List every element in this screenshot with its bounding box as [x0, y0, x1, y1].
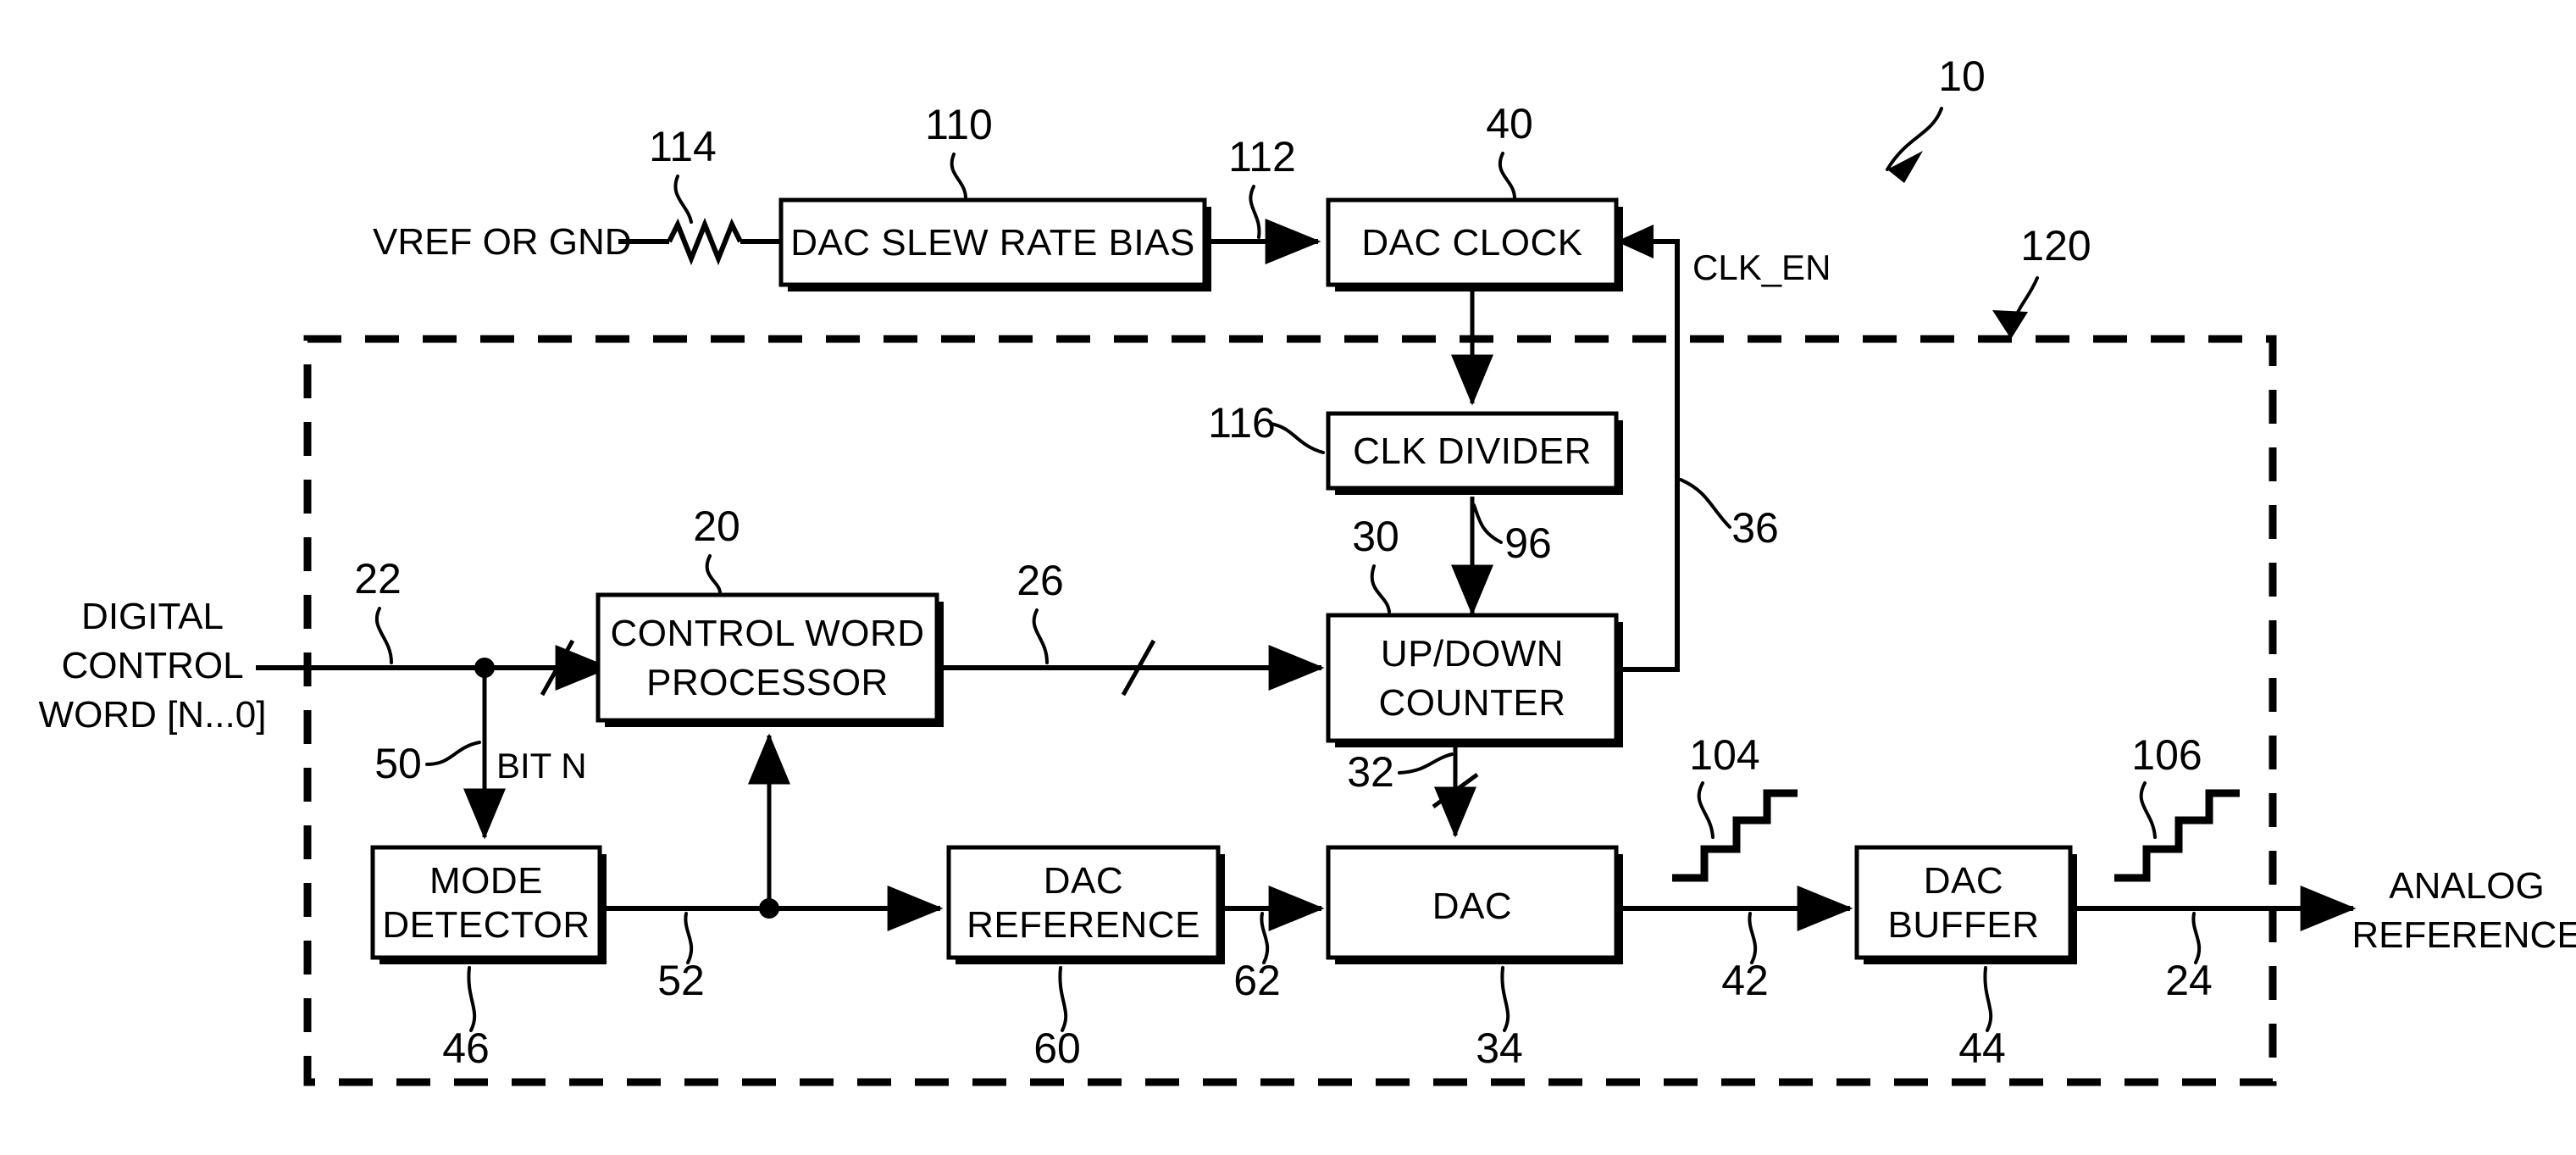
io-label-analog-reference-line1: ANALOG — [2389, 865, 2544, 907]
reference-numeral-96: 96 — [1504, 519, 1552, 567]
reference-numeral-24: 24 — [2165, 957, 2213, 1004]
io-label-digital-control-word-line1: DIGITAL — [81, 596, 224, 637]
reference-numeral-106: 106 — [2131, 731, 2202, 779]
figure-reference-10: 10 — [1938, 53, 1986, 100]
patent-block-diagram: 10 120 VREF OR GND 114 DAC SLEW RATE BIA… — [0, 0, 2576, 1155]
io-label-vref-or-gnd: VREF OR GND — [373, 221, 632, 263]
reference-numeral-36: 36 — [1731, 504, 1779, 552]
reference-numeral-40: 40 — [1486, 100, 1533, 147]
reference-numeral-114: 114 — [649, 123, 717, 170]
block-label-counter-line1: UP/DOWN — [1381, 633, 1564, 675]
reference-numeral-22: 22 — [354, 555, 402, 602]
block-label-dac-slew-rate-bias: DAC SLEW RATE BIAS — [790, 222, 1195, 264]
block-label-dac: DAC — [1432, 886, 1512, 927]
block-label-dac-reference-line1: DAC — [1044, 860, 1123, 902]
block-label-dac-clock: DAC CLOCK — [1361, 222, 1582, 264]
reference-numeral-42: 42 — [1721, 957, 1769, 1004]
reference-numeral-104: 104 — [1689, 731, 1759, 779]
io-label-analog-reference-line2: REFERENCE — [2352, 914, 2576, 956]
reference-numeral-60: 60 — [1033, 1025, 1081, 1072]
block-label-mode-detector-line1: MODE — [429, 860, 543, 902]
block-label-cwp-line2: PROCESSOR — [646, 662, 889, 703]
io-label-digital-control-word-line3: WORD [N...0] — [39, 694, 267, 736]
reference-numeral-116: 116 — [1208, 399, 1276, 447]
block-label-dac-buffer-line1: DAC — [1924, 860, 2003, 902]
block-label-clk-divider: CLK DIVIDER — [1353, 430, 1592, 472]
reference-numeral-46: 46 — [442, 1025, 490, 1072]
signal-label-bit-n: BIT N — [496, 746, 587, 786]
reference-numeral-30: 30 — [1352, 513, 1399, 560]
block-label-counter-line2: COUNTER — [1378, 682, 1565, 724]
figure-reference-120: 120 — [2020, 222, 2091, 269]
reference-numeral-52: 52 — [657, 957, 705, 1004]
reference-numeral-26: 26 — [1017, 557, 1064, 604]
reference-numeral-112: 112 — [1228, 133, 1296, 180]
block-label-mode-detector-line2: DETECTOR — [382, 904, 590, 946]
reference-numeral-110: 110 — [925, 101, 993, 148]
block-label-cwp-line1: CONTROL WORD — [610, 613, 924, 654]
reference-numeral-62: 62 — [1233, 957, 1281, 1004]
reference-numeral-44: 44 — [1958, 1025, 2006, 1072]
signal-label-clk-en: CLK_EN — [1692, 247, 1831, 287]
io-label-digital-control-word-line2: CONTROL — [61, 645, 243, 686]
reference-numeral-32: 32 — [1347, 748, 1394, 796]
reference-numeral-50: 50 — [374, 740, 422, 787]
block-label-dac-buffer-line2: BUFFER — [1888, 904, 2040, 946]
block-label-dac-reference-line2: REFERENCE — [967, 904, 1200, 946]
reference-numeral-20: 20 — [693, 503, 740, 550]
reference-numeral-34: 34 — [1476, 1025, 1523, 1072]
